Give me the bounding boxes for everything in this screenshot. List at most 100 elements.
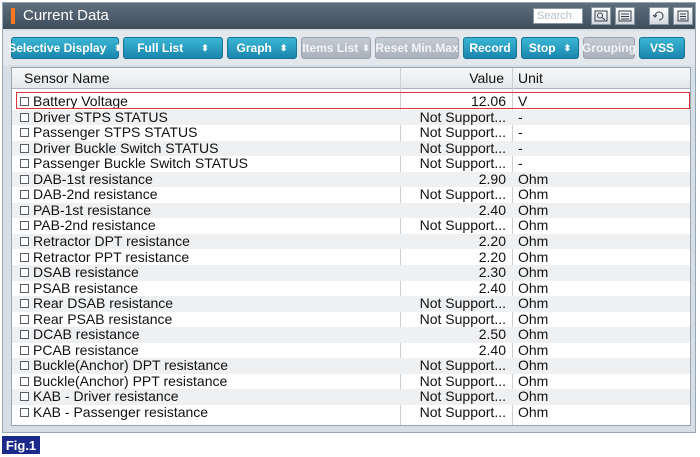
sensor-unit: Ohm — [518, 357, 549, 374]
sensor-name: DSAB resistance — [33, 264, 139, 281]
row-checkbox[interactable] — [20, 236, 29, 246]
table-row[interactable]: Battery Voltage 12.06 V — [12, 94, 690, 110]
row-checkbox[interactable] — [20, 159, 29, 169]
sensor-name: KAB - Driver resistance — [33, 388, 179, 405]
full-list-button[interactable]: Full List ⬍ — [123, 37, 223, 59]
row-checkbox[interactable] — [20, 143, 29, 153]
search-icon[interactable] — [591, 7, 611, 25]
sensor-name: DAB-1st resistance — [33, 170, 153, 187]
search-input[interactable]: Search — [533, 8, 583, 24]
table-row[interactable]: Buckle(Anchor) PPT resistance Not Support… — [12, 372, 690, 390]
sensor-value: 2.30 — [478, 264, 506, 281]
sensor-unit: Ohm — [518, 248, 549, 265]
row-checkbox[interactable] — [20, 205, 29, 215]
reset-min-max-button[interactable]: Reset Min.Max — [375, 37, 459, 59]
table-row[interactable]: Passenger STPS STATUS Not Support... - — [12, 125, 690, 141]
row-checkbox[interactable] — [20, 345, 29, 355]
row-checkbox[interactable] — [20, 314, 29, 324]
dropdown-arrow-icon: ⬍ — [279, 42, 288, 53]
sensor-name: Passenger Buckle Switch STATUS — [33, 155, 249, 172]
sensor-value: Not Support... — [419, 295, 506, 312]
table-row[interactable]: DAB-1st resistance 2.90 Ohm — [12, 170, 690, 188]
sensor-name: DAB-2nd resistance — [33, 186, 158, 203]
table-row[interactable]: Driver STPS STATUS Not Support... - — [12, 108, 690, 126]
selective-display-button[interactable]: Selective Display ⬍ — [8, 37, 122, 59]
row-checkbox[interactable] — [20, 252, 29, 262]
sensor-name: PAB-2nd resistance — [33, 217, 156, 234]
table-row[interactable]: Rear PSAB resistance Not Support... Ohm — [12, 310, 690, 328]
retry-icon[interactable] — [649, 7, 669, 25]
row-checkbox[interactable] — [20, 408, 29, 417]
row-checkbox[interactable] — [20, 221, 29, 231]
dropdown-arrow-icon: ⬍ — [563, 42, 572, 53]
toolbar: Selective Display ⬍ Full List ⬍ Graph ⬍ Ite… — [3, 31, 695, 65]
vss-button[interactable]: VSS — [639, 37, 685, 59]
table-row[interactable]: PAB-1st resistance 2.40 Ohm — [12, 201, 690, 219]
sensor-name: Driver Buckle Switch STATUS — [33, 139, 219, 156]
sensor-unit: Ohm — [518, 295, 549, 312]
grouping-button[interactable]: Grouping — [582, 37, 636, 59]
sensor-value: Not Support... — [419, 186, 506, 203]
table-row[interactable]: DCAB resistance 2.50 Ohm — [12, 327, 690, 343]
table-row[interactable]: DAB-2nd resistance Not Support... Ohm — [12, 187, 690, 203]
row-checkbox[interactable] — [20, 174, 29, 184]
sensor-unit: Ohm — [518, 310, 549, 327]
table-row[interactable]: KAB - Driver resistance Not Support... Ohm — [12, 389, 690, 405]
sensor-unit: - — [518, 155, 523, 172]
sensor-name: KAB - Passenger resistance — [33, 404, 209, 420]
sensor-value: 2.40 — [478, 341, 506, 358]
row-checkbox[interactable] — [20, 392, 29, 402]
record-button[interactable]: Record — [463, 37, 517, 59]
row-checkbox[interactable] — [20, 112, 29, 122]
list-icon[interactable] — [615, 7, 635, 25]
table-row[interactable]: Retractor DPT resistance 2.20 Ohm — [12, 232, 690, 250]
row-checkbox[interactable] — [20, 97, 29, 106]
sensor-value: Not Support... — [419, 310, 506, 327]
table-row[interactable]: Driver Buckle Switch STATUS Not Support..… — [12, 139, 690, 157]
row-checkbox[interactable] — [20, 268, 29, 278]
table-row[interactable]: DSAB resistance 2.30 Ohm — [12, 265, 690, 281]
column-header-sensor-name[interactable]: Sensor Name — [24, 69, 110, 87]
sensor-name: Retractor PPT resistance — [33, 248, 190, 265]
sensor-value: Not Support... — [419, 124, 506, 141]
sensor-value: Not Support... — [419, 139, 506, 156]
row-checkbox[interactable] — [20, 361, 29, 371]
sensor-unit: Ohm — [518, 232, 549, 249]
sensor-value: 12.06 — [470, 93, 506, 109]
table-row[interactable]: PSAB resistance 2.40 Ohm — [12, 279, 690, 297]
stop-button[interactable]: Stop ⬍ — [521, 37, 579, 59]
sensor-unit: Ohm — [518, 326, 549, 343]
menu-icon[interactable] — [673, 7, 693, 25]
row-checkbox[interactable] — [20, 330, 29, 340]
sensor-name: PCAB resistance — [33, 341, 139, 358]
row-checkbox[interactable] — [20, 299, 29, 309]
table-row[interactable]: Retractor PPT resistance 2.20 Ohm — [12, 248, 690, 266]
title-marker — [11, 8, 15, 24]
table-row[interactable]: KAB - Passenger resistance Not Support...… — [12, 405, 690, 421]
sensor-name: Buckle(Anchor) PPT resistance — [33, 372, 228, 389]
table-row[interactable]: Buckle(Anchor) DPT resistance Not Support… — [12, 358, 690, 374]
figure-label: Fig.1 — [2, 436, 40, 454]
sensor-value: Not Support... — [419, 217, 506, 234]
table-row[interactable]: Rear DSAB resistance Not Support... Ohm — [12, 296, 690, 312]
column-header-unit[interactable]: Unit — [518, 69, 543, 87]
column-header-value[interactable]: Value — [469, 69, 504, 87]
items-list-button[interactable]: Items List ⬍ — [301, 37, 371, 59]
table-row[interactable]: PAB-2nd resistance Not Support... Ohm — [12, 218, 690, 234]
row-checkbox[interactable] — [20, 376, 29, 386]
title-bar: Current Data Search — [3, 3, 695, 29]
sensor-unit: V — [518, 93, 528, 109]
table-row[interactable]: Passenger Buckle Switch STATUS Not Suppor… — [12, 156, 690, 172]
sensor-name: PSAB resistance — [33, 279, 139, 296]
row-checkbox[interactable] — [20, 283, 29, 293]
table-row[interactable]: PCAB resistance 2.40 Ohm — [12, 341, 690, 359]
sensor-value: 2.50 — [478, 326, 506, 343]
sensor-value: Not Support... — [419, 404, 506, 420]
row-checkbox[interactable] — [20, 128, 29, 138]
sensor-value: Not Support... — [419, 388, 506, 405]
sensor-unit: - — [518, 108, 523, 125]
graph-button[interactable]: Graph ⬍ — [227, 37, 297, 59]
row-checkbox[interactable] — [20, 190, 29, 200]
table-header: Sensor Name Value Unit — [12, 68, 690, 89]
sensor-unit: Ohm — [518, 201, 549, 218]
